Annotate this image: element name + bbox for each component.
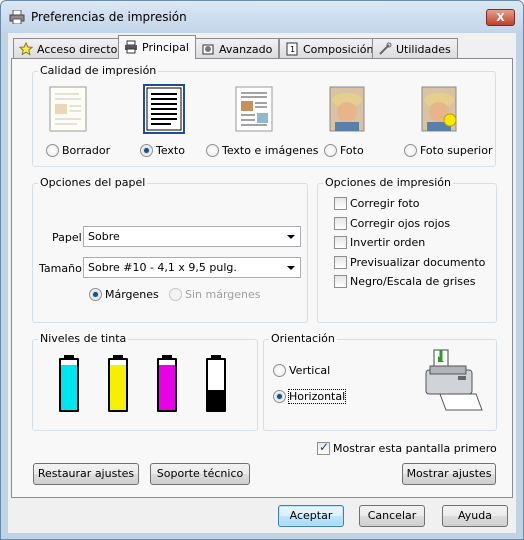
ink-cartridge-magenta bbox=[157, 355, 177, 412]
ink-fill bbox=[110, 365, 126, 410]
ink-cartridge-yellow bbox=[108, 355, 128, 412]
tab-avanzado[interactable]: Avanzado bbox=[195, 38, 280, 58]
tab-label: Principal bbox=[142, 41, 189, 54]
wrench-icon bbox=[379, 42, 392, 55]
title-bar[interactable]: Preferencias de impresión X bbox=[1, 1, 523, 33]
cancel-button[interactable]: Cancelar bbox=[359, 505, 425, 527]
size-label: Tamaño bbox=[39, 262, 82, 275]
ok-button[interactable]: Aceptar bbox=[278, 505, 344, 527]
chevron-down-icon bbox=[287, 235, 295, 239]
radio-horizontal[interactable] bbox=[273, 390, 286, 403]
group-label: Opciones de impresión bbox=[323, 176, 453, 189]
best-photo-page-icon bbox=[421, 86, 457, 132]
group-label: Opciones del papel bbox=[38, 176, 148, 189]
photo-page-icon bbox=[329, 86, 365, 132]
paper-type-select[interactable]: Sobre bbox=[83, 226, 301, 247]
printer-icon bbox=[125, 40, 137, 54]
tab-label: Acceso directo bbox=[37, 43, 118, 56]
close-icon: X bbox=[496, 11, 505, 24]
checkbox-correct-photo[interactable] bbox=[334, 197, 347, 210]
close-button[interactable]: X bbox=[486, 9, 515, 26]
checkbox-red-eye[interactable] bbox=[334, 217, 347, 230]
tab-utilidades[interactable]: Utilidades bbox=[372, 38, 458, 58]
checkbox-reverse-order[interactable] bbox=[334, 236, 347, 249]
show-settings-button[interactable]: Mostrar ajustes bbox=[402, 463, 496, 485]
tab-composicion[interactable]: 1 Composición bbox=[279, 38, 381, 58]
printer-icon bbox=[9, 10, 25, 24]
radio-best-photo[interactable] bbox=[404, 144, 417, 157]
radio-vertical[interactable] bbox=[273, 364, 286, 377]
group-label: Calidad de impresión bbox=[38, 64, 159, 77]
tab-acceso-directo[interactable]: Acceso directo bbox=[13, 38, 125, 58]
ink-fill bbox=[208, 390, 224, 410]
layout-icon: 1 bbox=[286, 42, 298, 56]
ink-fill bbox=[159, 365, 175, 410]
quality-option-text-images[interactable]: Texto e imágenes bbox=[206, 144, 318, 157]
radio-photo[interactable] bbox=[324, 144, 337, 157]
group-label: Niveles de tinta bbox=[38, 332, 129, 345]
tab-label: Composición bbox=[303, 43, 374, 56]
text-images-page-icon bbox=[235, 86, 273, 132]
print-options-group: Opciones de impresión Corregir foto Corr… bbox=[317, 176, 497, 323]
dialog-client: Acceso directo Principal Avanzado 1 Compo… bbox=[8, 33, 516, 533]
paper-size-select[interactable]: Sobre #10 - 4,1 x 9,5 pulg. bbox=[83, 257, 301, 278]
radio-draft[interactable] bbox=[46, 144, 59, 157]
chevron-down-icon bbox=[287, 266, 295, 270]
radio-text-images[interactable] bbox=[206, 144, 219, 157]
tab-principal[interactable]: Principal bbox=[118, 35, 196, 59]
margins-option[interactable]: Márgenes bbox=[89, 288, 159, 301]
window-title: Preferencias de impresión bbox=[31, 10, 187, 24]
ink-levels-group: Niveles de tinta bbox=[32, 332, 258, 431]
quality-option-text[interactable]: Texto bbox=[140, 144, 185, 157]
text-page-icon bbox=[143, 84, 185, 134]
orientation-horizontal-option[interactable]: Horizontal bbox=[273, 389, 347, 404]
print-quality-group: Calidad de impresión Borrador Texto Text… bbox=[32, 64, 496, 167]
tab-label: Avanzado bbox=[219, 43, 273, 56]
option-red-eye[interactable]: Corregir ojos rojos bbox=[334, 217, 450, 230]
checkbox-preview[interactable] bbox=[334, 256, 347, 269]
tab-label: Utilidades bbox=[396, 43, 451, 56]
restore-settings-button[interactable]: Restaurar ajustes bbox=[33, 463, 139, 485]
radio-margins[interactable] bbox=[89, 288, 102, 301]
option-correct-photo[interactable]: Corregir foto bbox=[334, 197, 420, 210]
technical-support-button[interactable]: Soporte técnico bbox=[150, 463, 250, 485]
checkbox-grayscale[interactable] bbox=[334, 275, 347, 288]
svg-text:1: 1 bbox=[290, 45, 295, 54]
print-preferences-window: Preferencias de impresión X Acceso direc… bbox=[0, 0, 524, 540]
option-reverse-order[interactable]: Invertir orden bbox=[334, 236, 425, 249]
star-icon bbox=[19, 42, 33, 56]
show-screen-first-option[interactable]: Mostrar esta pantalla primero bbox=[317, 440, 497, 455]
quality-option-draft[interactable]: Borrador bbox=[46, 144, 110, 157]
gear-icon bbox=[202, 44, 214, 55]
radio-no-margins bbox=[169, 288, 182, 301]
draft-page-icon bbox=[49, 86, 87, 132]
ink-fill bbox=[61, 365, 77, 410]
quality-option-best-photo[interactable]: Foto superior bbox=[404, 144, 493, 157]
paper-label: Papel bbox=[52, 231, 82, 244]
tab-panel-principal: Calidad de impresión Borrador Texto Text… bbox=[11, 58, 513, 498]
paper-options-group: Opciones del papel Papel Sobre Tamaño So… bbox=[32, 176, 308, 323]
option-grayscale[interactable]: Negro/Escala de grises bbox=[334, 275, 476, 288]
option-preview[interactable]: Previsualizar documento bbox=[334, 256, 485, 269]
radio-text[interactable] bbox=[140, 144, 153, 157]
orientation-vertical-option[interactable]: Vertical bbox=[273, 364, 330, 377]
no-margins-option: Sin márgenes bbox=[169, 288, 261, 301]
orientation-group: Orientación Vertical Horizontal bbox=[263, 332, 497, 431]
ink-cartridge-cyan bbox=[59, 355, 79, 412]
checkbox-show-screen-first[interactable] bbox=[317, 440, 330, 455]
help-button[interactable]: Ayuda bbox=[442, 505, 508, 527]
printer-landscape-icon bbox=[425, 349, 483, 411]
quality-option-photo[interactable]: Foto bbox=[324, 144, 364, 157]
group-label: Orientación bbox=[269, 332, 337, 345]
ink-cartridge-black bbox=[206, 355, 226, 412]
